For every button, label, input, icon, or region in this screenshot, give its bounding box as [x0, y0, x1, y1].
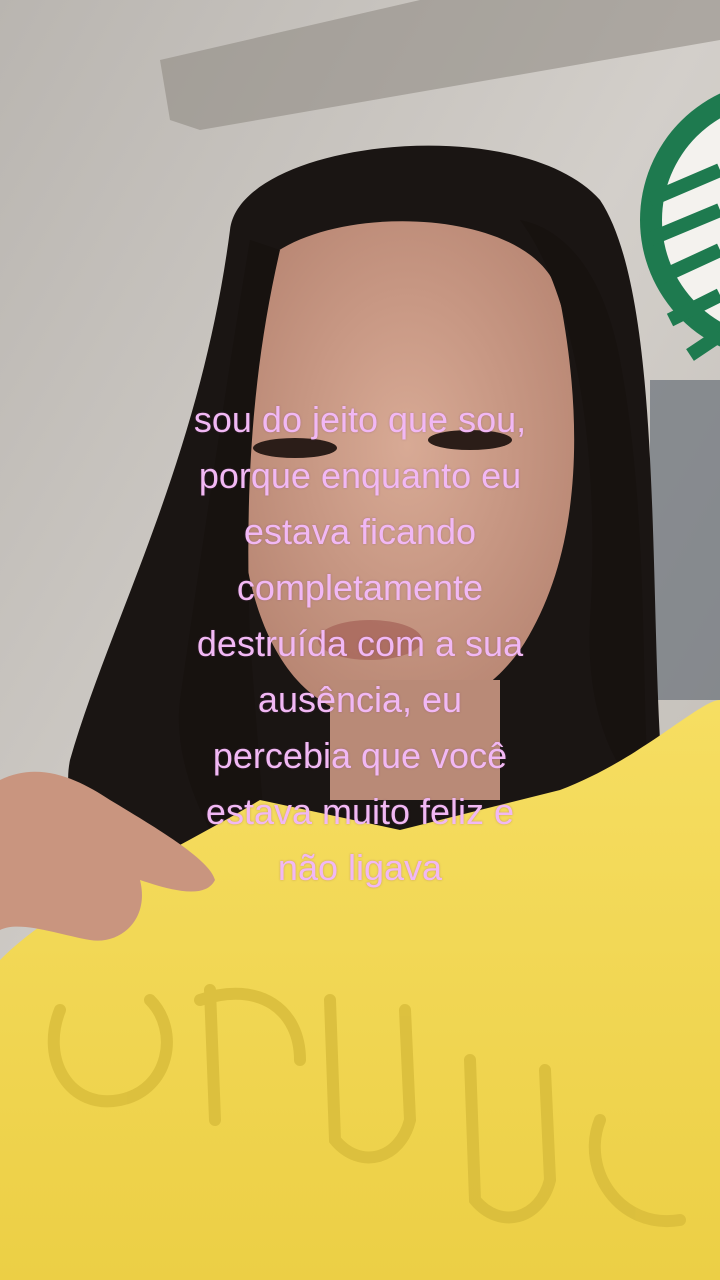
video-frame: sou do jeito que sou, porque enquanto eu… [0, 0, 720, 1280]
caption-line: não ligava [277, 847, 443, 888]
caption-line: completamente [236, 567, 484, 608]
caption-line: estava ficando [243, 511, 477, 552]
caption-line: percebia que você [212, 735, 508, 776]
caption-line: estava muito feliz e [205, 791, 515, 832]
caption-line: destruída com a sua [196, 623, 524, 664]
caption-text: sou do jeito que sou, porque enquanto eu… [120, 392, 600, 896]
store-window [650, 380, 720, 700]
caption-line: sou do jeito que sou, [193, 399, 527, 440]
caption-line: porque enquanto eu [198, 455, 522, 496]
caption-line: ausência, eu [257, 679, 463, 720]
